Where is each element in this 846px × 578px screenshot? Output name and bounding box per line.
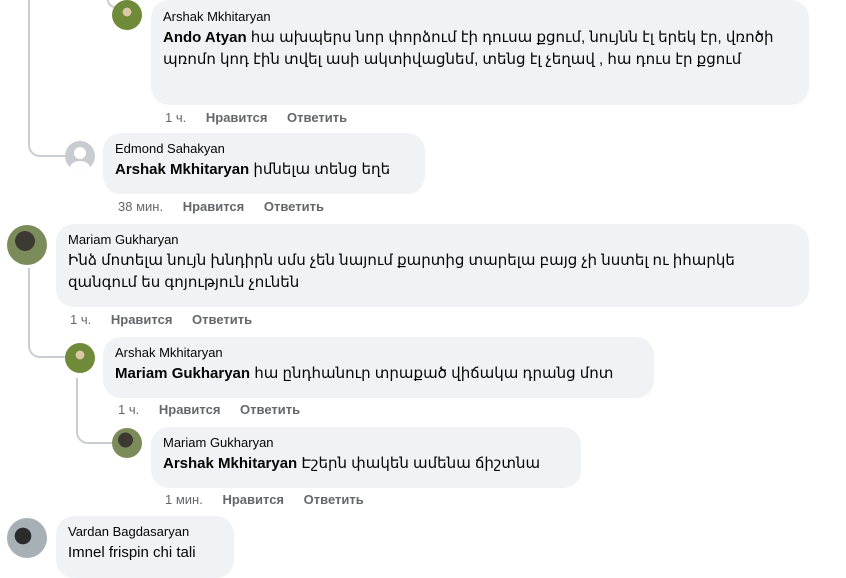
reply-button[interactable]: Ответить <box>264 199 324 214</box>
mention-link[interactable]: Mariam Gukharyan <box>115 365 250 382</box>
comment-time[interactable]: 1 мин. <box>165 492 203 507</box>
comment-time[interactable]: 1 ч. <box>118 402 139 417</box>
comment-body: իմնելա տենց եղե <box>249 161 391 178</box>
mention-link[interactable]: Ando Atyan <box>163 29 247 46</box>
mention-link[interactable]: Arshak Mkhitaryan <box>163 455 297 472</box>
comment-text: Arshak Mkhitaryan Էշերն փակեն ամենա ճիշտ… <box>163 453 569 475</box>
avatar[interactable] <box>65 141 95 171</box>
like-button[interactable]: Нравится <box>183 199 245 214</box>
comment-author[interactable]: Arshak Mkhitaryan <box>115 345 642 361</box>
comment-time[interactable]: 1 ч. <box>165 110 186 125</box>
comment-bubble: Arshak Mkhitaryan Ando Atyan հա ախպերս ն… <box>151 0 809 105</box>
comment-actions: 1 ч. Нравится Ответить <box>118 402 316 417</box>
like-button[interactable]: Нравится <box>206 110 268 125</box>
comment-text: Mariam Gukharyan հա ընդհանուր տրաքած վիճ… <box>115 363 642 385</box>
comment-author[interactable]: Edmond Sahakyan <box>115 141 413 157</box>
mention-link[interactable]: Arshak Mkhitaryan <box>115 161 249 178</box>
avatar[interactable] <box>7 225 47 265</box>
comment-actions: 38 мин. Нравится Ответить <box>118 199 340 214</box>
comment-text: Ինձ մոտելա նույն խնդիրն սմս չեն նայում ք… <box>68 250 797 294</box>
comment-body: Imnel frispin chi tali <box>68 544 196 561</box>
reply-button[interactable]: Ответить <box>192 312 252 327</box>
comment-bubble: Arshak Mkhitaryan Mariam Gukharyan հա ըն… <box>103 337 654 398</box>
avatar[interactable] <box>65 343 95 373</box>
comment-text: Arshak Mkhitaryan իմնելա տենց եղե <box>115 159 413 181</box>
avatar[interactable] <box>112 0 142 30</box>
like-button[interactable]: Нравится <box>111 312 173 327</box>
avatar[interactable] <box>7 518 47 558</box>
thread-line <box>28 0 70 157</box>
comment-actions: 1 мин. Нравится Ответить <box>165 492 380 507</box>
comment-text: Ando Atyan հա ախպերս նոր փորձում էի դուս… <box>163 27 797 71</box>
reply-button[interactable]: Ответить <box>304 492 364 507</box>
comment-body: Էշերն փակեն ամենա ճիշտնա <box>297 455 541 472</box>
comment-actions: 1 ч. Нравится Ответить <box>70 312 268 327</box>
reply-button[interactable]: Ответить <box>240 402 300 417</box>
comment-author[interactable]: Mariam Gukharyan <box>163 435 569 451</box>
comment-text: Imnel frispin chi tali <box>68 542 222 564</box>
comment-author[interactable]: Vardan Bagdasaryan <box>68 524 222 540</box>
avatar[interactable] <box>112 428 142 458</box>
comment-bubble: Edmond Sahakyan Arshak Mkhitaryan իմնելա… <box>103 133 425 194</box>
reply-button[interactable]: Ответить <box>287 110 347 125</box>
comment-time[interactable]: 1 ч. <box>70 312 91 327</box>
comment-bubble: Mariam Gukharyan Arshak Mkhitaryan Էշերն… <box>151 427 581 488</box>
like-button[interactable]: Нравится <box>159 402 221 417</box>
default-avatar-icon <box>70 147 90 171</box>
comment-body: հա ախպերս նոր փորձում էի դուսա քցում, նո… <box>163 29 774 68</box>
comment-body: հա ընդհանուր տրաքած վիճակա դրանց մոտ <box>250 365 614 382</box>
like-button[interactable]: Нравится <box>222 492 284 507</box>
comment-time[interactable]: 38 мин. <box>118 199 163 214</box>
comment-author[interactable]: Mariam Gukharyan <box>68 232 797 248</box>
comment-actions: 1 ч. Нравится Ответить <box>165 110 363 125</box>
comment-bubble: Mariam Gukharyan Ինձ մոտելա նույն խնդիրն… <box>56 224 809 307</box>
comment-author[interactable]: Arshak Mkhitaryan <box>163 9 797 25</box>
comment-body: Ինձ մոտելա նույն խնդիրն սմս չեն նայում ք… <box>68 252 735 291</box>
